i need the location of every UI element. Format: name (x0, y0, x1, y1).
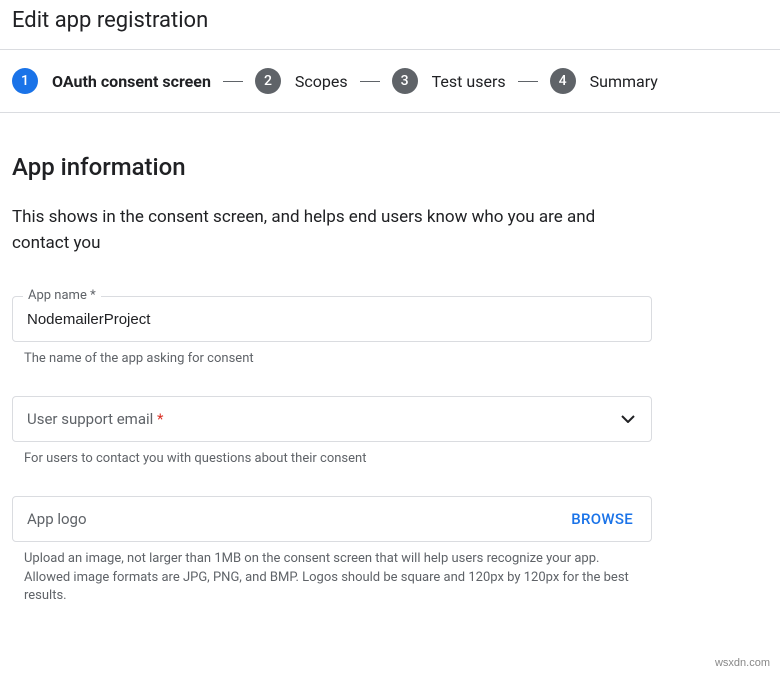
app-name-field-group: App name * The name of the app asking fo… (12, 296, 652, 368)
support-email-helper: For users to contact you with questions … (12, 450, 632, 468)
support-email-label: User support email * (13, 398, 621, 440)
step-label: OAuth consent screen (52, 72, 211, 91)
required-asterisk: * (157, 410, 163, 428)
step-number-icon: 1 (12, 68, 38, 94)
app-logo-field[interactable]: App logo BROWSE (12, 496, 652, 542)
app-name-label: App name * (23, 288, 101, 303)
step-summary[interactable]: 4 Summary (550, 68, 658, 94)
page-title: Edit app registration (0, 0, 780, 49)
step-oauth-consent[interactable]: 1 OAuth consent screen (12, 68, 211, 94)
content-area: App information This shows in the consen… (0, 113, 780, 653)
step-label: Test users (432, 72, 506, 91)
step-number-icon: 2 (255, 68, 281, 94)
app-name-helper: The name of the app asking for consent (12, 350, 632, 368)
app-logo-field-group: App logo BROWSE Upload an image, not lar… (12, 496, 652, 605)
browse-button[interactable]: BROWSE (571, 510, 651, 528)
step-connector (223, 81, 243, 82)
step-label: Summary (590, 72, 658, 91)
app-logo-label: App logo (13, 498, 571, 540)
section-heading: App information (12, 153, 768, 181)
step-number-icon: 4 (550, 68, 576, 94)
watermark: wsxdn.com (715, 657, 770, 669)
step-label: Scopes (295, 72, 348, 91)
app-logo-helper: Upload an image, not larger than 1MB on … (12, 550, 632, 605)
step-connector (518, 81, 538, 82)
step-connector (360, 81, 380, 82)
section-description: This shows in the consent screen, and he… (12, 205, 622, 256)
stepper: 1 OAuth consent screen 2 Scopes 3 Test u… (0, 50, 780, 112)
support-email-field-group: User support email * For users to contac… (12, 396, 652, 468)
step-test-users[interactable]: 3 Test users (392, 68, 506, 94)
app-name-field[interactable]: App name * (12, 296, 652, 342)
chevron-down-icon[interactable] (621, 415, 651, 423)
support-email-field[interactable]: User support email * (12, 396, 652, 442)
step-number-icon: 3 (392, 68, 418, 94)
app-name-input[interactable] (13, 299, 651, 340)
step-scopes[interactable]: 2 Scopes (255, 68, 348, 94)
